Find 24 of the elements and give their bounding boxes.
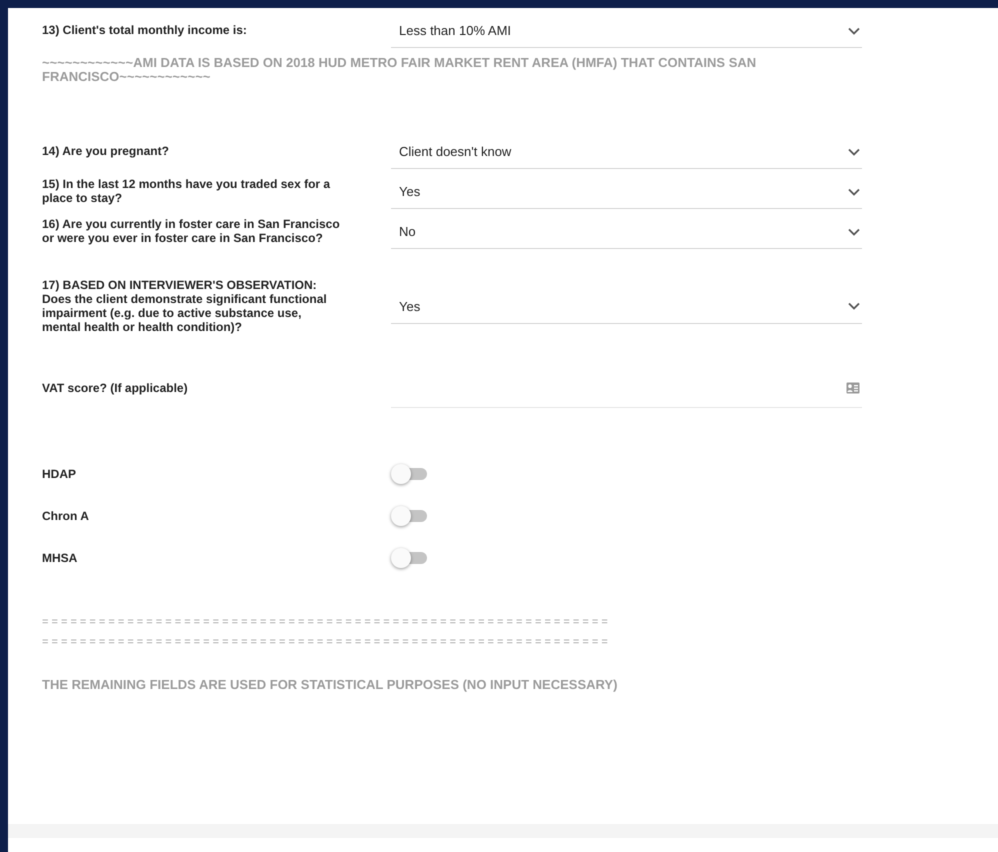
dropdown-field[interactable]: Client doesn't know: [391, 135, 862, 170]
chevron-down-icon: [848, 302, 860, 310]
question-label: VAT score? (If applicable): [42, 382, 189, 396]
toggle-label: MHSA: [42, 552, 78, 566]
question-label: 15) In the last 12 months have you traded sex for a place to stay?: [42, 178, 332, 206]
question-label: 13) Client's total monthly income is:: [42, 24, 248, 38]
section-note: ~~~~~~~~~~~~AMI DATA IS BASED ON 2018 HUD METRO FAIR MARKET RENT AREA (HMFA) THAT CONTAINS SAN FRANCISCO~~~~~~~~~~~~: [42, 56, 758, 84]
separator-text: = = = = = = = = = = = = = = = = = = = = = = = = = = = = = = = = = = = = = = = = = = = = = = = = = = = = = = = = = = = =: [42, 616, 608, 628]
section-note: THE REMAINING FIELDS ARE USED FOR STATISTICAL PURPOSES (NO INPUT NECESSARY): [42, 678, 618, 692]
dropdown-field[interactable]: Yes: [391, 290, 862, 324]
chevron-down-icon: [848, 228, 860, 236]
question-label: 14) Are you pregnant?: [42, 145, 170, 160]
dropdown-field[interactable]: Yes: [391, 175, 862, 210]
contact-card-icon: [846, 382, 860, 394]
chevron-down-icon: [848, 26, 860, 34]
question-label: 17) BASED ON INTERVIEWER'S OBSERVATION: Does the client demonstrate significant functional impairment (e.g. due to active substance use, mental health or health condition)?: [42, 279, 328, 334]
question-label: 16) Are you currently in foster care in San Francisco or were you ever in foster care in San Francisco?: [42, 218, 341, 246]
dropdown-field[interactable]: Less than 10% AMI: [391, 14, 862, 48]
chevron-down-icon: [848, 188, 860, 196]
separator-text: = = = = = = = = = = = = = = = = = = = = = = = = = = = = = = = = = = = = = = = = = = = = = = = = = = = = = = = = = = = =: [42, 636, 608, 648]
toggle-label: Chron A: [42, 510, 90, 524]
toggle-label: HDAP: [42, 468, 78, 482]
dropdown-field[interactable]: No: [391, 215, 862, 250]
chevron-down-icon: [848, 148, 860, 156]
